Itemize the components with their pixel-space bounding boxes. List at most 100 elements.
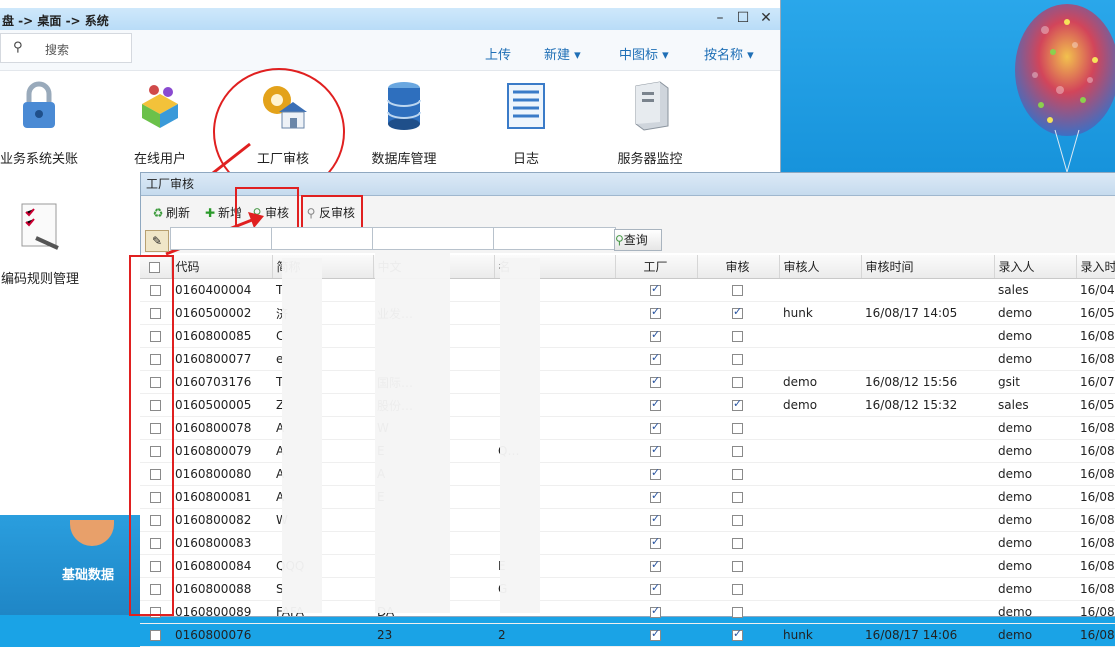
filter-short-input[interactable] <box>271 227 375 250</box>
server-icon <box>635 81 669 131</box>
cell-factory-checkbox[interactable] <box>615 577 697 601</box>
checkbox[interactable] <box>732 305 743 319</box>
cell-factory-checkbox[interactable] <box>615 554 697 578</box>
cell-approved-checkbox[interactable] <box>697 439 779 463</box>
cell-approved-checkbox[interactable] <box>697 416 779 440</box>
cell-factory-checkbox[interactable] <box>615 347 697 371</box>
checkbox[interactable] <box>732 397 743 411</box>
checkbox[interactable] <box>650 627 661 641</box>
query-button[interactable]: ⚲查询 <box>614 229 662 251</box>
col-header[interactable]: 审核时间 <box>861 255 995 279</box>
cell-approved-checkbox[interactable] <box>697 324 779 348</box>
checkbox[interactable] <box>149 630 161 641</box>
cell-approved-checkbox[interactable] <box>697 301 779 325</box>
cell-factory-checkbox[interactable] <box>615 278 697 302</box>
checkbox[interactable] <box>732 492 743 503</box>
cell-approver <box>779 462 861 486</box>
cell-approved-checkbox[interactable] <box>697 600 779 624</box>
minimize-icon[interactable]: – <box>712 10 728 26</box>
app-coding-rules[interactable]: 编码规则管理 <box>0 198 80 287</box>
checkbox[interactable] <box>650 512 661 526</box>
checkbox[interactable] <box>650 466 661 480</box>
search-icon: ⚲ <box>13 40 23 55</box>
table-row[interactable]: 0160800076 232 hunk16/08/17 14:06demo16/08 <box>140 623 1115 647</box>
cell-factory-checkbox[interactable] <box>615 600 697 624</box>
col-header[interactable]: 工厂 <box>615 255 698 279</box>
search-box[interactable]: ⚲ 搜索 <box>0 33 132 63</box>
app-business-close[interactable]: 业务系统关账 <box>0 78 78 167</box>
app-database-management[interactable]: 数据库管理 <box>362 78 446 167</box>
cell-approved-checkbox[interactable] <box>697 531 779 555</box>
checkbox[interactable] <box>732 627 743 641</box>
cell-factory-checkbox[interactable] <box>615 462 697 486</box>
cell-factory-checkbox[interactable] <box>615 324 697 348</box>
checkbox[interactable] <box>650 443 661 457</box>
cell-approved-checkbox[interactable] <box>697 462 779 486</box>
desktop-label-basic-data[interactable]: 基础数据 <box>62 564 114 583</box>
cell-factory-checkbox[interactable] <box>615 623 697 647</box>
checkbox[interactable] <box>650 282 661 296</box>
filter-code-input[interactable] <box>170 227 274 250</box>
filter-en-input[interactable] <box>493 227 616 250</box>
cell-approved-checkbox[interactable] <box>697 485 779 509</box>
checkbox[interactable] <box>732 446 743 457</box>
app-server-monitor[interactable]: 服务器监控 <box>610 78 690 167</box>
checkbox[interactable] <box>650 305 661 319</box>
checkbox[interactable] <box>650 420 661 434</box>
cell-factory-checkbox[interactable] <box>615 485 697 509</box>
cell-approved-checkbox[interactable] <box>697 370 779 394</box>
col-header[interactable]: 代码 <box>171 255 273 279</box>
filter-cn-input[interactable] <box>372 227 495 250</box>
maximize-icon[interactable]: ☐ <box>735 10 751 26</box>
cell-factory-checkbox[interactable] <box>615 531 697 555</box>
checkbox[interactable] <box>732 285 743 296</box>
close-icon[interactable]: ✕ <box>758 10 774 26</box>
cell-factory-checkbox[interactable] <box>615 439 697 463</box>
cell-factory-checkbox[interactable] <box>615 416 697 440</box>
checkbox[interactable] <box>650 328 661 342</box>
app-label: 编码规则管理 <box>0 272 79 287</box>
app-log[interactable]: 日志 <box>496 78 556 167</box>
cell-approved-checkbox[interactable] <box>697 623 779 647</box>
icon-size-button[interactable]: 中图标 ▾ <box>619 44 669 63</box>
cell-approved-checkbox[interactable] <box>697 278 779 302</box>
row-checkbox[interactable] <box>140 623 171 647</box>
checkbox[interactable] <box>732 354 743 365</box>
col-header[interactable]: 审核 <box>697 255 780 279</box>
checkbox[interactable] <box>650 374 661 388</box>
checkbox[interactable] <box>650 351 661 365</box>
col-header[interactable]: 录入时 <box>1076 255 1115 279</box>
checkbox[interactable] <box>650 397 661 411</box>
checkbox[interactable] <box>650 489 661 503</box>
checkbox[interactable] <box>732 607 743 618</box>
checkbox[interactable] <box>732 331 743 342</box>
cell-approved-checkbox[interactable] <box>697 577 779 601</box>
checkbox[interactable] <box>732 469 743 480</box>
checkbox[interactable] <box>732 538 743 549</box>
col-header[interactable]: 录入人 <box>994 255 1077 279</box>
checkbox[interactable] <box>732 561 743 572</box>
checkbox[interactable] <box>650 604 661 618</box>
cell-approved-checkbox[interactable] <box>697 508 779 532</box>
cell-factory-checkbox[interactable] <box>615 301 697 325</box>
checkbox[interactable] <box>732 584 743 595</box>
cell-factory-checkbox[interactable] <box>615 393 697 417</box>
checkbox[interactable] <box>732 515 743 526</box>
checkbox[interactable] <box>732 423 743 434</box>
checkbox[interactable] <box>732 377 743 388</box>
checkbox[interactable] <box>650 535 661 549</box>
search-input[interactable]: 搜索 <box>45 41 69 58</box>
clear-filter-button[interactable]: ✎ <box>145 230 169 252</box>
cell-factory-checkbox[interactable] <box>615 508 697 532</box>
upload-button[interactable]: 上传 <box>485 44 511 63</box>
cell-factory-checkbox[interactable] <box>615 370 697 394</box>
app-online-users[interactable]: 在线用户 <box>123 78 197 167</box>
new-button[interactable]: 新建 ▾ <box>544 44 581 63</box>
checkbox[interactable] <box>650 558 661 572</box>
cell-approved-checkbox[interactable] <box>697 554 779 578</box>
checkbox[interactable] <box>650 581 661 595</box>
cell-approved-checkbox[interactable] <box>697 393 779 417</box>
cell-approved-checkbox[interactable] <box>697 347 779 371</box>
col-header[interactable]: 审核人 <box>779 255 862 279</box>
sort-button[interactable]: 按名称 ▾ <box>704 44 754 63</box>
